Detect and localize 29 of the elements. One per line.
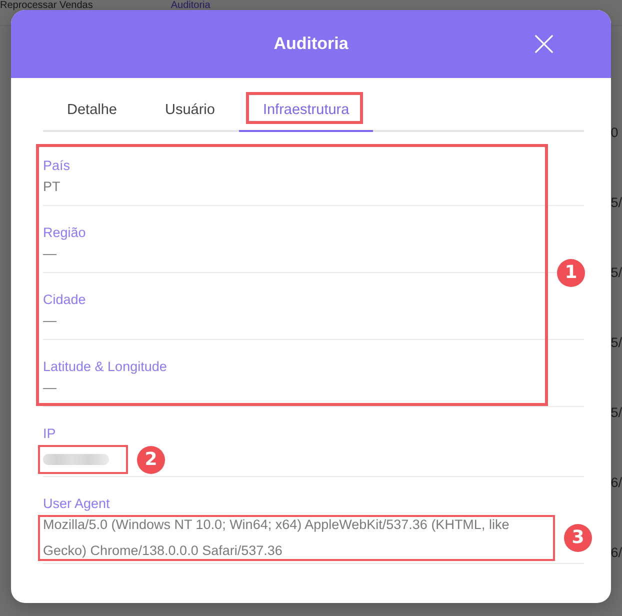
field-label: País [43, 157, 72, 175]
field-value: — [43, 245, 58, 263]
callout-number: 1 [557, 259, 585, 287]
field-value: PT [43, 178, 62, 196]
tab[interactable]: Infraestrutura [238, 92, 374, 132]
callout-number: 3 [564, 524, 592, 552]
close-icon [535, 35, 553, 53]
background-table-text: 5/ [610, 404, 622, 422]
field-label: Cidade [43, 291, 87, 309]
field-label: Latitude & Longitude [43, 358, 168, 376]
tab[interactable]: Usuário [140, 92, 239, 132]
field-label: IP [43, 425, 57, 443]
background-table-text: 6/ [610, 474, 622, 492]
tab[interactable]: Detalhe [43, 92, 141, 132]
background-table-text: 6/ [610, 544, 622, 562]
callout-number: 2 [137, 446, 165, 474]
background-table-text: 5/ [610, 334, 622, 352]
background-menu-text: Reprocessar Vendas [0, 1, 93, 10]
dialog-title: Auditoria [274, 34, 348, 54]
field-value: Mozilla/5.0 (Windows NT 10.0; Win64; x64) AppleWebKit/537.36 (KHTML, like Gecko) Chrome/138.0.0.0 Safari/537.36 [43, 516, 510, 560]
background-table-text: 0 [610, 124, 620, 142]
close-button[interactable] [533, 33, 555, 55]
field-label: User Agent [43, 495, 111, 513]
field-value: — [43, 379, 58, 397]
background-table-text: 5/ [610, 264, 622, 282]
background-menu-text: Auditoria [170, 1, 210, 10]
background-table-text: 5/ [610, 194, 622, 212]
field-value: — [43, 312, 58, 330]
field-label: Região [43, 224, 87, 242]
